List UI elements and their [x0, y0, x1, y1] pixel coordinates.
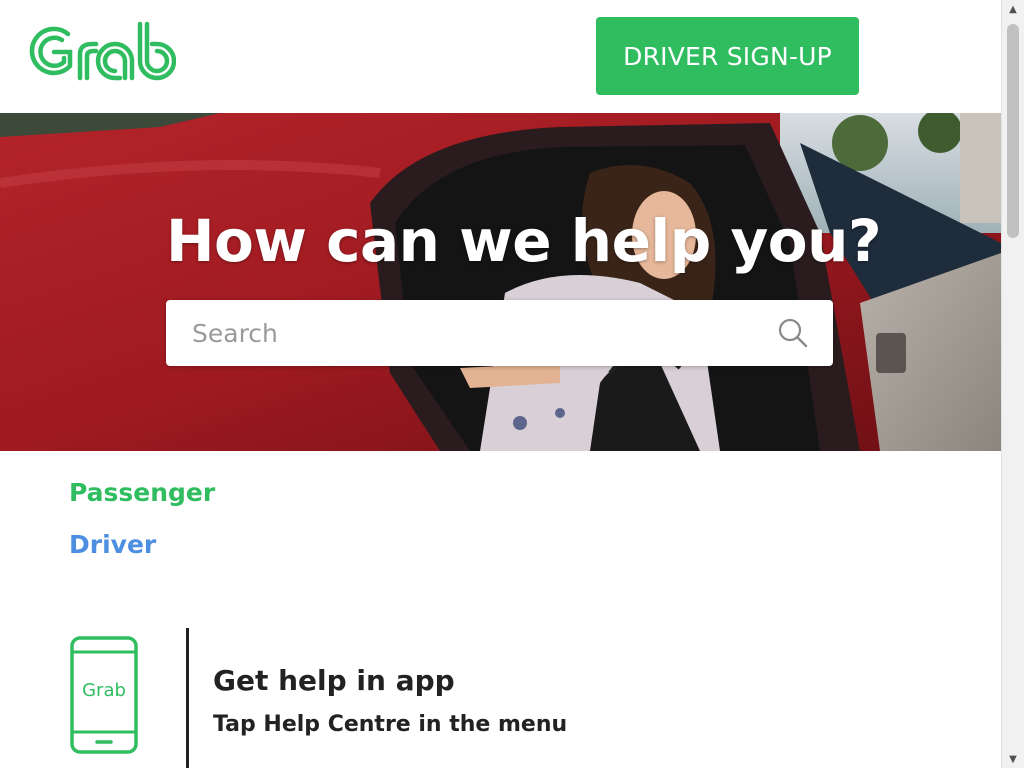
- search-icon[interactable]: [778, 318, 808, 348]
- search-box: [166, 300, 833, 366]
- page: DRIVER SIGN-UP How can we help you? Sear…: [0, 0, 1001, 768]
- vertical-scrollbar[interactable]: ▲ ▼: [1001, 0, 1024, 768]
- site-header: DRIVER SIGN-UP: [0, 0, 1001, 113]
- grab-logo[interactable]: [24, 20, 176, 82]
- app-help-title: Get help in app: [213, 664, 455, 697]
- hero-banner: How can we help you?: [0, 113, 1001, 451]
- app-help-subtitle: Tap Help Centre in the menu: [213, 712, 568, 737]
- driver-signup-button[interactable]: DRIVER SIGN-UP: [596, 17, 859, 95]
- grab-logo-icon: [29, 21, 176, 81]
- divider: [186, 628, 189, 768]
- search-input[interactable]: [166, 300, 746, 366]
- hero-title: How can we help you?: [166, 207, 882, 275]
- hero-background-image: [0, 113, 1001, 451]
- scroll-up-arrow-icon[interactable]: ▲: [1002, 0, 1024, 18]
- scrollbar-thumb[interactable]: [1007, 24, 1019, 238]
- passenger-link[interactable]: Passenger: [69, 478, 215, 507]
- scroll-down-arrow-icon[interactable]: ▼: [1002, 750, 1024, 768]
- phone-icon: Grab: [70, 636, 138, 754]
- driver-link[interactable]: Driver: [69, 530, 156, 559]
- phone-logo-text: Grab: [82, 680, 126, 701]
